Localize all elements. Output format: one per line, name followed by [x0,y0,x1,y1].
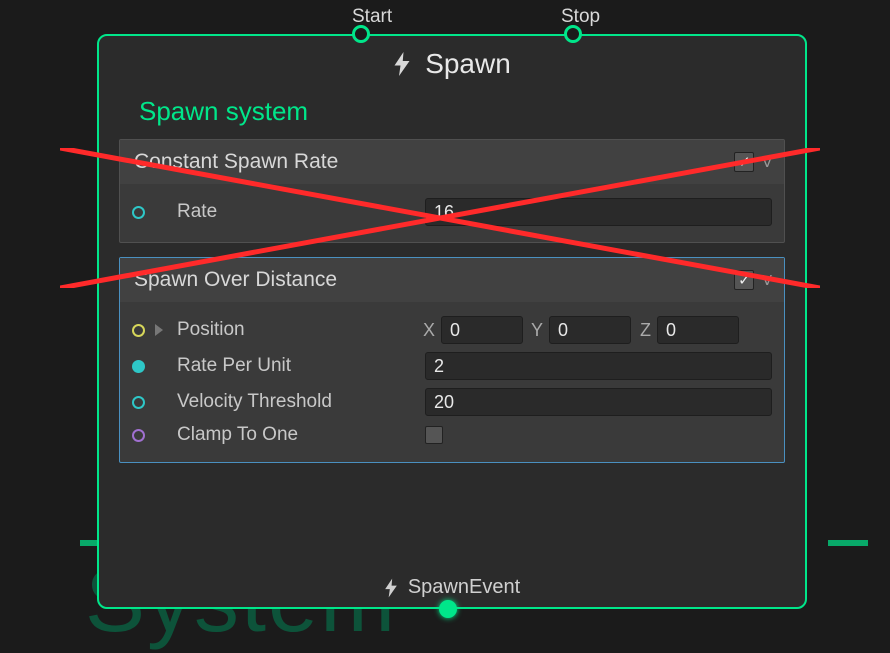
clamp-to-one-label: Clamp To One [155,424,415,446]
chevron-down-icon[interactable]: ᐯ [762,154,772,171]
pin-rate-per-unit[interactable] [132,360,145,373]
port-stop-label: Stop [561,6,600,28]
x-axis-label: X [421,320,435,341]
port-spawn-event[interactable] [439,600,457,618]
z-axis-label: Z [637,320,651,341]
footer-label: SpawnEvent [408,576,520,599]
velocity-threshold-label: Velocity Threshold [155,391,415,413]
enable-checkbox-csr[interactable]: ✓ [734,152,754,172]
pin-position[interactable] [132,324,145,337]
rate-per-unit-input[interactable] [425,352,772,380]
velocity-threshold-input[interactable] [425,388,772,416]
port-start[interactable] [352,25,370,43]
rate-input[interactable] [425,198,772,226]
position-label: Position [173,319,411,341]
position-x-input[interactable] [441,316,523,344]
rate-per-unit-label: Rate Per Unit [155,355,415,377]
rate-label: Rate [155,201,415,223]
block-spawn-over-distance[interactable]: Spawn Over Distance ✓ ᐯ Position X Y Z [119,257,785,463]
clamp-to-one-checkbox[interactable] [425,426,443,444]
position-z-input[interactable] [657,316,739,344]
block-title-sod: Spawn Over Distance [134,268,337,292]
pin-rate[interactable] [132,206,145,219]
y-axis-label: Y [529,320,543,341]
expand-arrow-icon[interactable] [155,324,163,336]
pin-clamp-to-one[interactable] [132,429,145,442]
bolt-icon [384,578,398,598]
node-footer: SpawnEvent [99,576,805,599]
node-title-bar: Spawn [99,36,805,92]
block-title-csr: Constant Spawn Rate [134,150,338,174]
block-header-csr[interactable]: Constant Spawn Rate ✓ ᐯ [120,140,784,184]
port-stop[interactable] [564,25,582,43]
block-constant-spawn-rate[interactable]: Constant Spawn Rate ✓ ᐯ Rate [119,139,785,243]
enable-checkbox-sod[interactable]: ✓ [734,270,754,290]
bolt-icon [393,51,411,77]
chevron-down-icon[interactable]: ᐯ [762,272,772,289]
system-label: Spawn system [99,92,805,139]
block-header-sod[interactable]: Spawn Over Distance ✓ ᐯ [120,258,784,302]
pin-velocity-threshold[interactable] [132,396,145,409]
spawn-node[interactable]: Start Stop Spawn Spawn system Constant S… [97,34,807,609]
position-y-input[interactable] [549,316,631,344]
node-title: Spawn [425,48,511,80]
